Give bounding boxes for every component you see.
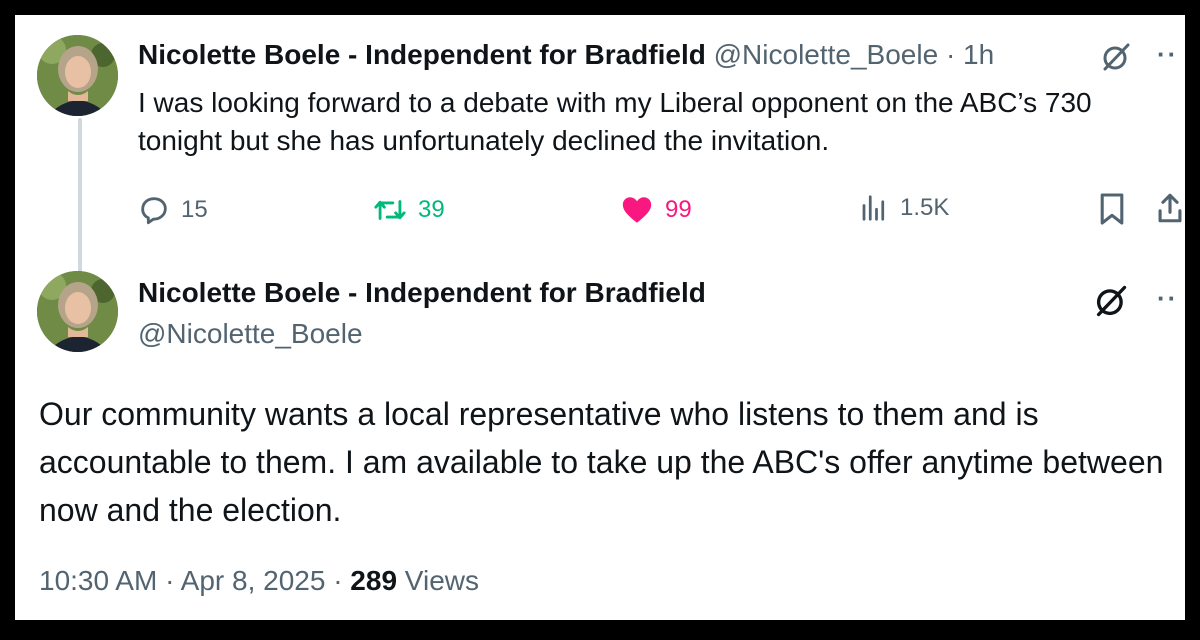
view-count: 289	[350, 565, 398, 596]
timestamp[interactable]: 10:30 AM · Apr 8, 2025 ·	[39, 565, 343, 596]
more-icon[interactable]: ··	[1157, 39, 1178, 70]
like-count: 99	[665, 196, 692, 223]
reply-icon	[141, 197, 167, 225]
grok-icon[interactable]	[1092, 283, 1130, 324]
avatar[interactable]	[37, 271, 118, 352]
tweet1-text: I was looking forward to a debate with m…	[138, 87, 1092, 156]
reply-count: 15	[181, 196, 208, 223]
tweet-thread-card: Nicolette Boele - Independent for Bradfi…	[15, 15, 1185, 620]
handle[interactable]: @Nicolette_Boele	[714, 39, 939, 70]
views-icon	[862, 195, 885, 221]
bookmark-icon[interactable]	[1098, 192, 1126, 231]
tweet2-meta: 10:30 AM · Apr 8, 2025 · 289 Views	[39, 565, 479, 597]
tweet1-header: Nicolette Boele - Independent for Bradfi…	[138, 39, 994, 71]
reply-button[interactable]: 15	[137, 193, 208, 227]
tweet2-handle[interactable]: @Nicolette_Boele	[138, 318, 363, 350]
post-time[interactable]: · 1h	[946, 39, 994, 70]
display-name[interactable]: Nicolette Boele - Independent for Bradfi…	[138, 39, 706, 70]
like-icon	[622, 197, 652, 223]
views-label: Views	[404, 565, 479, 596]
thread-line	[78, 118, 82, 276]
grok-icon[interactable]	[1100, 41, 1132, 78]
views-button[interactable]: 1.5K	[858, 193, 949, 223]
avatar[interactable]	[37, 35, 118, 116]
like-button[interactable]: 99	[619, 193, 692, 227]
repost-icon	[374, 200, 406, 220]
more-icon[interactable]: ··	[1157, 283, 1178, 314]
tweet2-display-name[interactable]: Nicolette Boele - Independent for Bradfi…	[138, 277, 706, 309]
tweet2-text: Our community wants a local representati…	[39, 396, 1164, 528]
share-icon[interactable]	[1155, 191, 1185, 230]
repost-button[interactable]: 39	[372, 193, 445, 227]
repost-count: 39	[418, 196, 445, 223]
views-count: 1.5K	[900, 194, 950, 221]
